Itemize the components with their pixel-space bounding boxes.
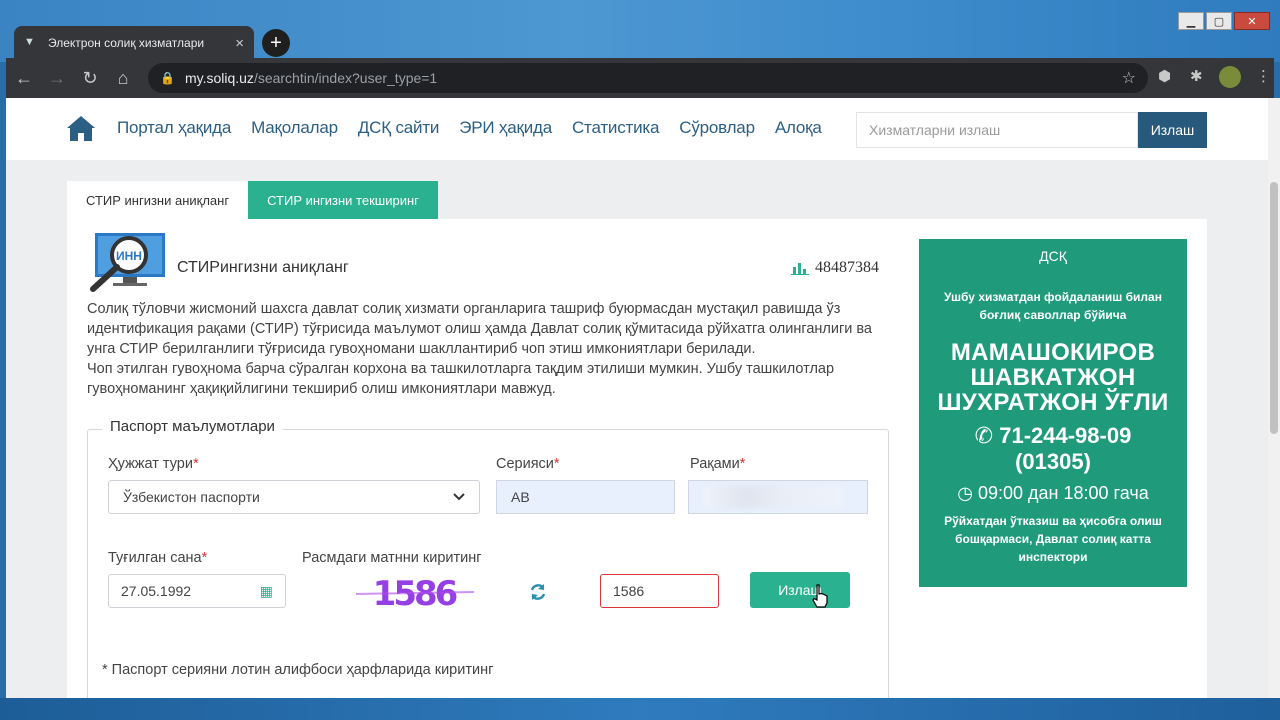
chevron-down-icon <box>453 493 465 501</box>
minimize-icon[interactable]: ▁ <box>1178 12 1204 30</box>
captcha-image: 1586 <box>356 574 474 612</box>
doc-type-value: Ўзбекистон паспорти <box>123 489 260 505</box>
hours-text: 09:00 дан 18:00 гача <box>978 483 1149 503</box>
menu-item-statistics[interactable]: Статистика <box>572 118 659 138</box>
menu-item-contact[interactable]: Алоқа <box>775 118 822 138</box>
passport-form: Паспорт маълумотлари Ҳужжат тури* Ўзбеки… <box>87 418 889 698</box>
desc-line: унга СТИР берилганлиги тўғрисида гувоҳно… <box>87 341 756 357</box>
contact-name: МАМАШОКИРОВ ШАВКАТЖОН ШУХРАТЖОН ЎҒЛИ <box>919 340 1187 415</box>
contact-phone: ✆ 71-244-98-09 (01305) <box>919 423 1187 475</box>
home-icon[interactable] <box>66 114 96 142</box>
number-label: Рақами* <box>690 456 746 472</box>
contact-info-panel: ДСҚ Ушбу хизматдан фойдаланиш билан боғл… <box>919 239 1187 587</box>
birth-date-label: Туғилган сана* <box>108 550 208 566</box>
page-viewport: Портал ҳақида Мақолалар ДСҚ сайти ЭРИ ҳа… <box>6 98 1268 698</box>
inn-icon-text: ИНН <box>116 249 142 263</box>
usage-counter: 48487384 <box>791 259 879 277</box>
birth-date-value: 27.05.1992 <box>121 583 192 599</box>
info-footer: Рўйхатдан ўтказиш ва ҳисобга олиш бошқар… <box>944 514 1162 564</box>
service-description: Солиқ тўловчи жисмоний шахсга давлат сол… <box>87 299 887 399</box>
tab-close-icon[interactable]: × <box>235 35 244 52</box>
captcha-input[interactable]: 1586 <box>600 574 719 608</box>
tab-find-tin[interactable]: СТИР ингизни аниқланг <box>67 181 249 219</box>
service-title: СТИРингизни аниқланг <box>177 259 349 276</box>
name-line: МАМАШОКИРОВ <box>950 339 1156 366</box>
desc-line: Солиқ тўловчи жисмоний шахсга давлат сол… <box>87 301 841 317</box>
browser-tab[interactable]: ▼ Электрон солиқ хизматлари × <box>14 26 254 60</box>
clock-icon: ◷ <box>957 483 973 503</box>
main-menu: Портал ҳақида Мақолалар ДСҚ сайти ЭРИ ҳа… <box>117 118 822 138</box>
desc-line: идентификация рақами (СТИР) тўғрисида ма… <box>87 321 872 337</box>
extension-cube-icon[interactable]: ⬢ <box>1158 67 1171 85</box>
profile-avatar[interactable] <box>1219 66 1241 88</box>
birth-date-input[interactable]: 27.05.1992 ▦ <box>108 574 286 608</box>
back-icon[interactable]: ← <box>9 63 39 93</box>
home-nav-icon[interactable]: ⌂ <box>108 63 138 93</box>
counter-value: 48487384 <box>815 259 879 276</box>
tab-check-tin[interactable]: СТИР ингизни текширинг <box>248 181 438 219</box>
series-label: Серияси* <box>496 456 560 472</box>
new-tab-button[interactable]: + <box>262 29 290 57</box>
browser-toolbar: ← → ↻ ⌂ 🔒 my.soliq.uz/searchtin/index?us… <box>6 58 1274 98</box>
refresh-captcha-icon[interactable] <box>528 582 548 602</box>
info-org: ДСҚ <box>1039 248 1067 264</box>
window-controls: ▁ ▢ ✕ <box>1178 12 1270 30</box>
passport-number-input[interactable] <box>688 480 868 514</box>
series-note: * Паспорт серияни лотин алифбоси ҳарфлар… <box>102 662 494 678</box>
reload-icon[interactable]: ↻ <box>75 63 105 93</box>
favicon-icon: ▼ <box>24 36 35 48</box>
hand-cursor-icon <box>812 584 828 608</box>
menu-item-dsk-site[interactable]: ДСҚ сайти <box>358 118 440 138</box>
calendar-icon[interactable]: ▦ <box>260 583 273 600</box>
lock-icon: 🔒 <box>160 71 175 85</box>
desc-line: гувоҳноманинг ҳақиқийлигини текшириб оли… <box>87 381 556 397</box>
extensions-puzzle-icon[interactable]: ✱ <box>1190 67 1203 85</box>
site-header: Портал ҳақида Мақолалар ДСҚ сайти ЭРИ ҳа… <box>6 98 1268 160</box>
form-legend: Паспорт маълумотлари <box>102 418 283 435</box>
desc-line: Чоп этилган гувоҳнома барча сўралган кор… <box>87 361 835 377</box>
service-tabs: СТИР ингизни аниқланг СТИР ингизни текши… <box>67 181 438 219</box>
scrollbar-thumb[interactable] <box>1270 182 1278 434</box>
submit-search-button[interactable]: Излаш <box>750 572 850 608</box>
info-intro: Ушбу хизматдан фойдаланиш билан боғлиқ с… <box>944 290 1162 322</box>
close-window-icon[interactable]: ✕ <box>1234 12 1270 30</box>
address-bar[interactable]: 🔒 my.soliq.uz/searchtin/index?user_type=… <box>148 63 1148 93</box>
maximize-icon[interactable]: ▢ <box>1206 12 1232 30</box>
desktop-taskbar-edge <box>0 698 1280 720</box>
menu-item-eri[interactable]: ЭРИ ҳақида <box>459 118 552 138</box>
menu-item-about[interactable]: Портал ҳақида <box>117 118 231 138</box>
browser-menu-icon[interactable]: ⋮ <box>1256 67 1271 85</box>
service-card: ИНН СТИРингизни аниқланг 48487384 Солиқ … <box>67 219 1207 698</box>
service-search-button[interactable]: Излаш <box>1138 112 1207 148</box>
url-host: my.soliq.uz <box>184 70 254 86</box>
menu-item-articles[interactable]: Мақолалар <box>251 118 338 138</box>
blurred-value <box>703 486 843 508</box>
url-path: /searchtin/index?user_type=1 <box>253 70 438 86</box>
doc-type-select[interactable]: Ўзбекистон паспорти <box>108 480 480 514</box>
service-search-input[interactable] <box>856 112 1138 148</box>
phone-number: 71-244-98-09 <box>999 423 1132 448</box>
phone-icon: ✆ <box>974 423 994 448</box>
name-line: ШУХРАТЖОН ЎҒЛИ <box>937 389 1169 416</box>
doc-type-label: Ҳужжат тури* <box>108 456 199 472</box>
name-line: ШАВКАТЖОН <box>970 364 1136 391</box>
bar-chart-icon <box>791 263 809 275</box>
captcha-label: Расмдаги матнни киритинг <box>302 550 482 566</box>
menu-item-surveys[interactable]: Сўровлар <box>679 118 755 138</box>
tab-title: Электрон солиқ хизматлари <box>48 36 205 50</box>
forward-icon[interactable]: → <box>42 63 72 93</box>
series-input[interactable]: AB <box>496 480 675 514</box>
bookmark-star-icon[interactable]: ☆ <box>1122 68 1136 88</box>
working-hours: ◷ 09:00 дан 18:00 гача <box>919 483 1187 504</box>
phone-ext: (01305) <box>1015 449 1091 474</box>
page-scrollbar[interactable] <box>1268 98 1280 698</box>
inn-search-icon: ИНН <box>90 233 165 292</box>
